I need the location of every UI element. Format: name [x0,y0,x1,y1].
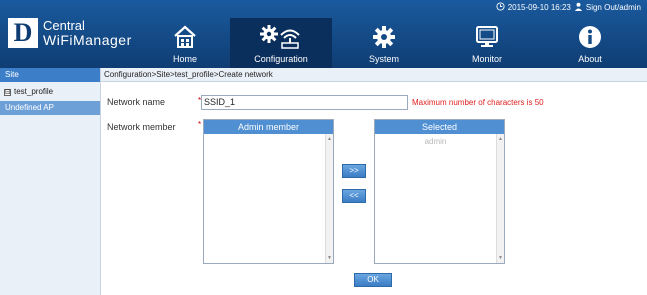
info-icon [578,23,602,51]
clock-icon [496,2,505,13]
move-left-button[interactable]: << [342,189,366,203]
scroll-up-icon[interactable]: ▲ [327,136,332,142]
admin-member-scrollbar[interactable]: ▲ ▼ [325,134,333,263]
admin-member-list[interactable]: Admin member ▲ ▼ [203,119,334,264]
collapse-icon[interactable]: ⊟ [4,88,11,96]
logo-mark: D [8,18,38,48]
gear-wifi-icon [259,23,303,51]
home-icon [172,23,198,51]
network-name-hint: Maximum number of characters is 50 [412,98,544,107]
move-right-button[interactable]: >> [342,164,366,178]
nav-monitor[interactable]: Monitor [437,18,537,68]
sign-out-link[interactable]: Sign Out/admin [586,3,641,12]
selected-header: Selected [375,120,504,134]
gear-icon [372,23,396,51]
scroll-up-icon[interactable]: ▲ [498,136,503,142]
admin-member-header: Admin member [204,120,333,134]
nav-monitor-label: Monitor [471,54,502,64]
nav-system[interactable]: System [334,18,434,68]
network-member-label: Network member [107,122,176,132]
main-nav: Home Configuration System Monitor About [155,18,640,68]
list-item[interactable]: admin [375,134,496,148]
top-status-bar: 2015-09-10 16:23 Sign Out/admin [496,2,641,13]
logo-line2: WiFiManager [43,32,132,48]
nav-home[interactable]: Home [155,18,215,68]
selected-list-body[interactable]: admin [375,134,496,263]
admin-member-list-body[interactable] [204,134,325,263]
app-header: 2015-09-10 16:23 Sign Out/admin D Centra… [0,0,647,68]
sidebar-item-undefined-ap[interactable]: Undefined AP [0,101,100,115]
scroll-down-icon[interactable]: ▼ [498,255,503,261]
required-mark: * [198,120,202,129]
nav-configuration-label: Configuration [254,54,308,64]
tree-item-test-profile[interactable]: ⊟ test_profile [0,82,100,98]
nav-about-label: About [578,54,602,64]
sidebar: Site ⊟ test_profile Undefined AP [0,68,101,295]
logo-line1: Central [43,18,85,33]
breadcrumb: Configuration>Site>test_profile>Create n… [101,68,647,82]
tree-item-label: test_profile [14,87,54,96]
nav-home-label: Home [172,54,197,64]
nav-system-label: System [368,54,399,64]
scroll-down-icon[interactable]: ▼ [327,255,332,261]
user-icon [574,2,583,13]
ok-button[interactable]: OK [354,273,392,287]
monitor-icon [475,23,499,51]
sidebar-header: Site [0,68,100,82]
nav-configuration[interactable]: Configuration [230,18,332,68]
network-name-input[interactable]: SSID_1 [201,95,408,110]
nav-about[interactable]: About [540,18,640,68]
selected-scrollbar[interactable]: ▲ ▼ [496,134,504,263]
app-logo: D Central WiFiManager [8,18,132,48]
selected-list[interactable]: Selected admin ▲ ▼ [374,119,505,264]
network-name-label: Network name [107,97,166,107]
datetime-text: 2015-09-10 16:23 [507,3,571,12]
